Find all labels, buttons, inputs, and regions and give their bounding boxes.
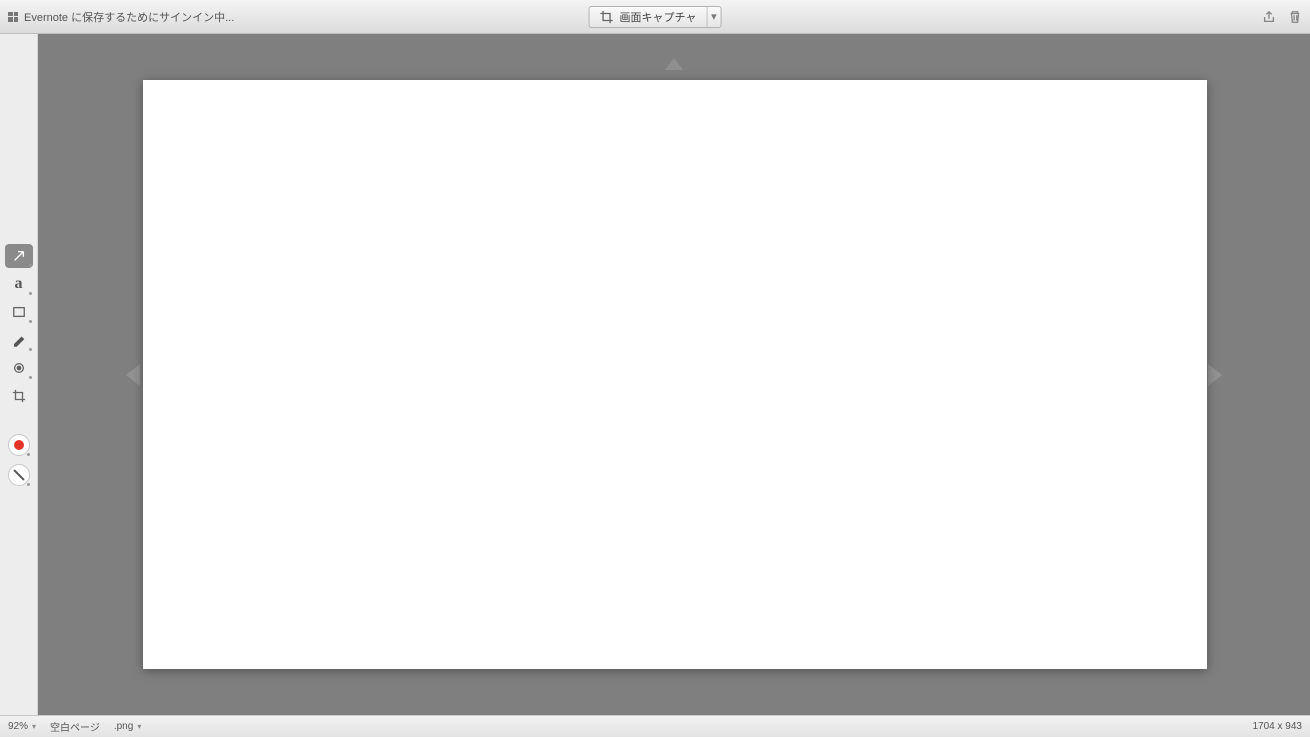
capture-dropdown[interactable]: ▾	[706, 7, 720, 27]
canvas[interactable]	[143, 80, 1207, 669]
stroke-line-icon	[13, 469, 24, 480]
text-a-icon: a	[15, 276, 23, 292]
trash-icon[interactable]	[1288, 10, 1302, 24]
color-swatch[interactable]	[8, 434, 30, 456]
editor-stage	[38, 34, 1310, 715]
pen-tool[interactable]	[5, 328, 33, 352]
prev-page-arrow[interactable]	[126, 364, 140, 386]
rectangle-tool[interactable]	[5, 300, 33, 324]
page-up-arrow[interactable]	[665, 58, 683, 70]
capture-button[interactable]: 画面キャプチャ	[590, 7, 707, 27]
app-menu-icon[interactable]	[8, 12, 18, 22]
text-tool[interactable]: a	[5, 272, 33, 296]
next-page-arrow[interactable]	[1208, 364, 1222, 386]
image-dimensions: 1704 x 943	[1253, 721, 1303, 732]
topbar: Evernote に保存するためにサインイン中... 画面キャプチャ ▾	[0, 0, 1310, 34]
capture-button-group: 画面キャプチャ ▾	[589, 6, 722, 28]
statusbar: 92%▾ 空白ページ .png▾ 1704 x 943	[0, 715, 1310, 737]
crop-icon	[600, 10, 614, 24]
stroke-style[interactable]	[8, 464, 30, 486]
color-swatch-fill	[14, 440, 24, 450]
format-selector[interactable]: .png▾	[114, 721, 141, 732]
format-value: .png	[114, 721, 133, 732]
page-label: 空白ページ	[50, 719, 100, 734]
crop-tool[interactable]	[5, 384, 33, 408]
window-title: Evernote に保存するためにサインイン中...	[24, 9, 234, 25]
zoom-value: 92%	[8, 721, 28, 732]
share-icon[interactable]	[1262, 10, 1276, 24]
capture-button-label: 画面キャプチャ	[620, 9, 697, 25]
zoom-control[interactable]: 92%▾	[8, 721, 36, 732]
arrow-tool[interactable]	[5, 244, 33, 268]
pixelate-tool[interactable]	[5, 356, 33, 380]
toolbox: a	[0, 34, 38, 715]
